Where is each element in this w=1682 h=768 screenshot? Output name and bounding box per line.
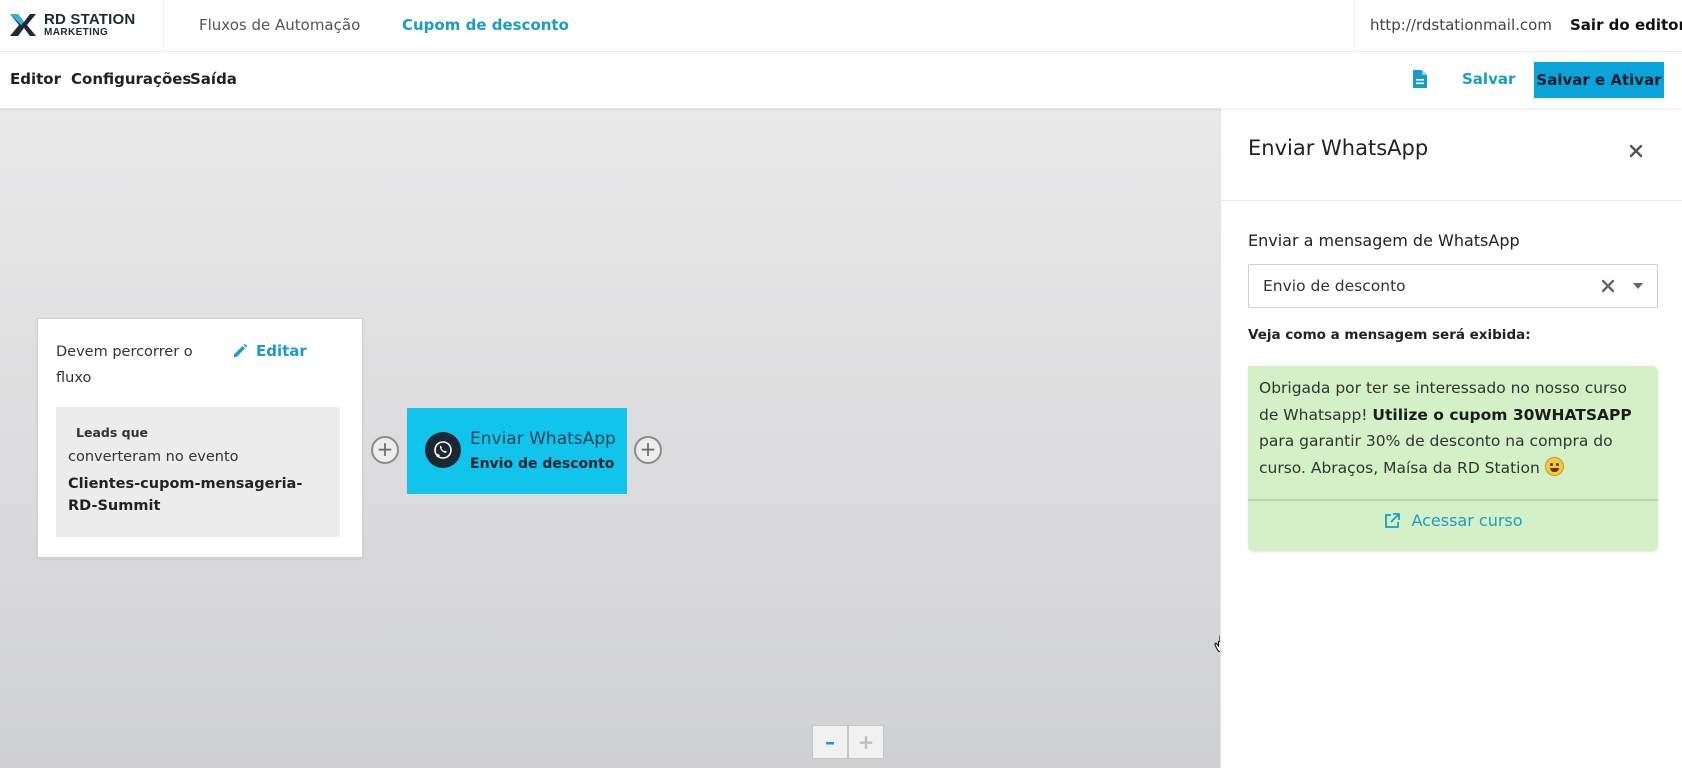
access-course-button[interactable]: Acessar curso — [1248, 511, 1658, 530]
zoom-out-button[interactable]: – — [812, 725, 848, 759]
add-step-button[interactable]: + — [371, 436, 399, 464]
trigger-condition-box: Leads que converteram no evento Clientes… — [56, 407, 340, 537]
clear-selection-icon[interactable] — [1599, 277, 1617, 295]
panel-title: Enviar WhatsApp — [1248, 136, 1429, 160]
logo-line1: RD STATION — [44, 11, 136, 28]
document-icon[interactable] — [1412, 69, 1428, 89]
add-step-button[interactable]: + — [634, 436, 662, 464]
edit-trigger-button[interactable]: Editar — [232, 342, 307, 360]
leads-label: Leads que — [76, 425, 148, 440]
nav-cupom-desconto[interactable]: Cupom de desconto — [402, 16, 569, 34]
divider — [1221, 200, 1682, 201]
exit-editor-link[interactable]: Sair do editor — [1570, 16, 1682, 34]
preview-label: Veja como a mensagem será exibida: — [1248, 327, 1531, 343]
trigger-card[interactable]: Devem percorrer o fluxo Editar Leads que… — [37, 318, 363, 558]
divider — [1354, 0, 1355, 52]
rd-station-logo[interactable]: RD STATION MARKETING — [8, 10, 135, 40]
save-and-activate-button[interactable]: Salvar e Ativar — [1534, 62, 1664, 98]
rd-logo-icon — [10, 14, 36, 36]
zoom-controls: – + — [812, 725, 884, 759]
zoom-in-button[interactable]: + — [848, 725, 884, 759]
tab-saida[interactable]: Saída — [190, 70, 237, 88]
node-subtitle: Envio de desconto — [470, 456, 615, 472]
editor-toolbar: Editor Configurações Saída Salvar Salvar… — [0, 52, 1682, 108]
save-button[interactable]: Salvar — [1462, 70, 1515, 88]
edit-label: Editar — [256, 342, 307, 360]
nav-fluxos-automacao[interactable]: Fluxos de Automação — [199, 16, 360, 34]
event-name: Clientes-cupom-mensageria-RD-Summit — [68, 476, 303, 514]
account-url: http://rdstationmail.com — [1370, 16, 1552, 34]
access-course-label: Acessar curso — [1411, 511, 1523, 530]
whatsapp-settings-panel: Enviar WhatsApp Enviar a mensagem de Wha… — [1220, 108, 1682, 768]
flow-canvas[interactable]: Devem percorrer o fluxo Editar Leads que… — [0, 108, 1227, 768]
whatsapp-node[interactable]: Enviar WhatsApp Envio de desconto — [407, 408, 627, 494]
whatsapp-icon — [425, 432, 461, 468]
top-bar: RD STATION MARKETING Fluxos de Automação… — [0, 0, 1682, 52]
preview-coupon-text: Utilize o cupom 30WHATSAPP — [1372, 405, 1632, 424]
message-preview-bubble: Obrigada por ter se interessado no nosso… — [1248, 366, 1658, 551]
divider — [1248, 499, 1658, 501]
grinning-emoji-icon — [1544, 456, 1564, 476]
pencil-icon — [234, 343, 248, 357]
leads-condition-text: converteram no evento — [68, 449, 239, 465]
plus-icon: + — [376, 437, 394, 461]
message-select[interactable]: Envio de desconto — [1248, 264, 1658, 308]
node-title: Enviar WhatsApp — [470, 429, 616, 449]
preview-text: Obrigada por ter se interessado no nosso… — [1259, 375, 1651, 481]
close-icon[interactable] — [1623, 138, 1649, 164]
chevron-down-icon[interactable] — [1633, 283, 1643, 289]
logo-line2: MARKETING — [44, 27, 109, 38]
external-link-icon — [1385, 512, 1401, 528]
tab-configuracoes[interactable]: Configurações — [71, 70, 191, 88]
plus-icon: + — [639, 437, 657, 461]
trigger-title: Devem percorrer o fluxo — [56, 344, 193, 386]
selected-message-value: Envio de desconto — [1263, 277, 1406, 295]
divider — [163, 0, 164, 52]
message-select-label: Enviar a mensagem de WhatsApp — [1248, 231, 1520, 250]
tab-editor[interactable]: Editor — [10, 70, 61, 88]
